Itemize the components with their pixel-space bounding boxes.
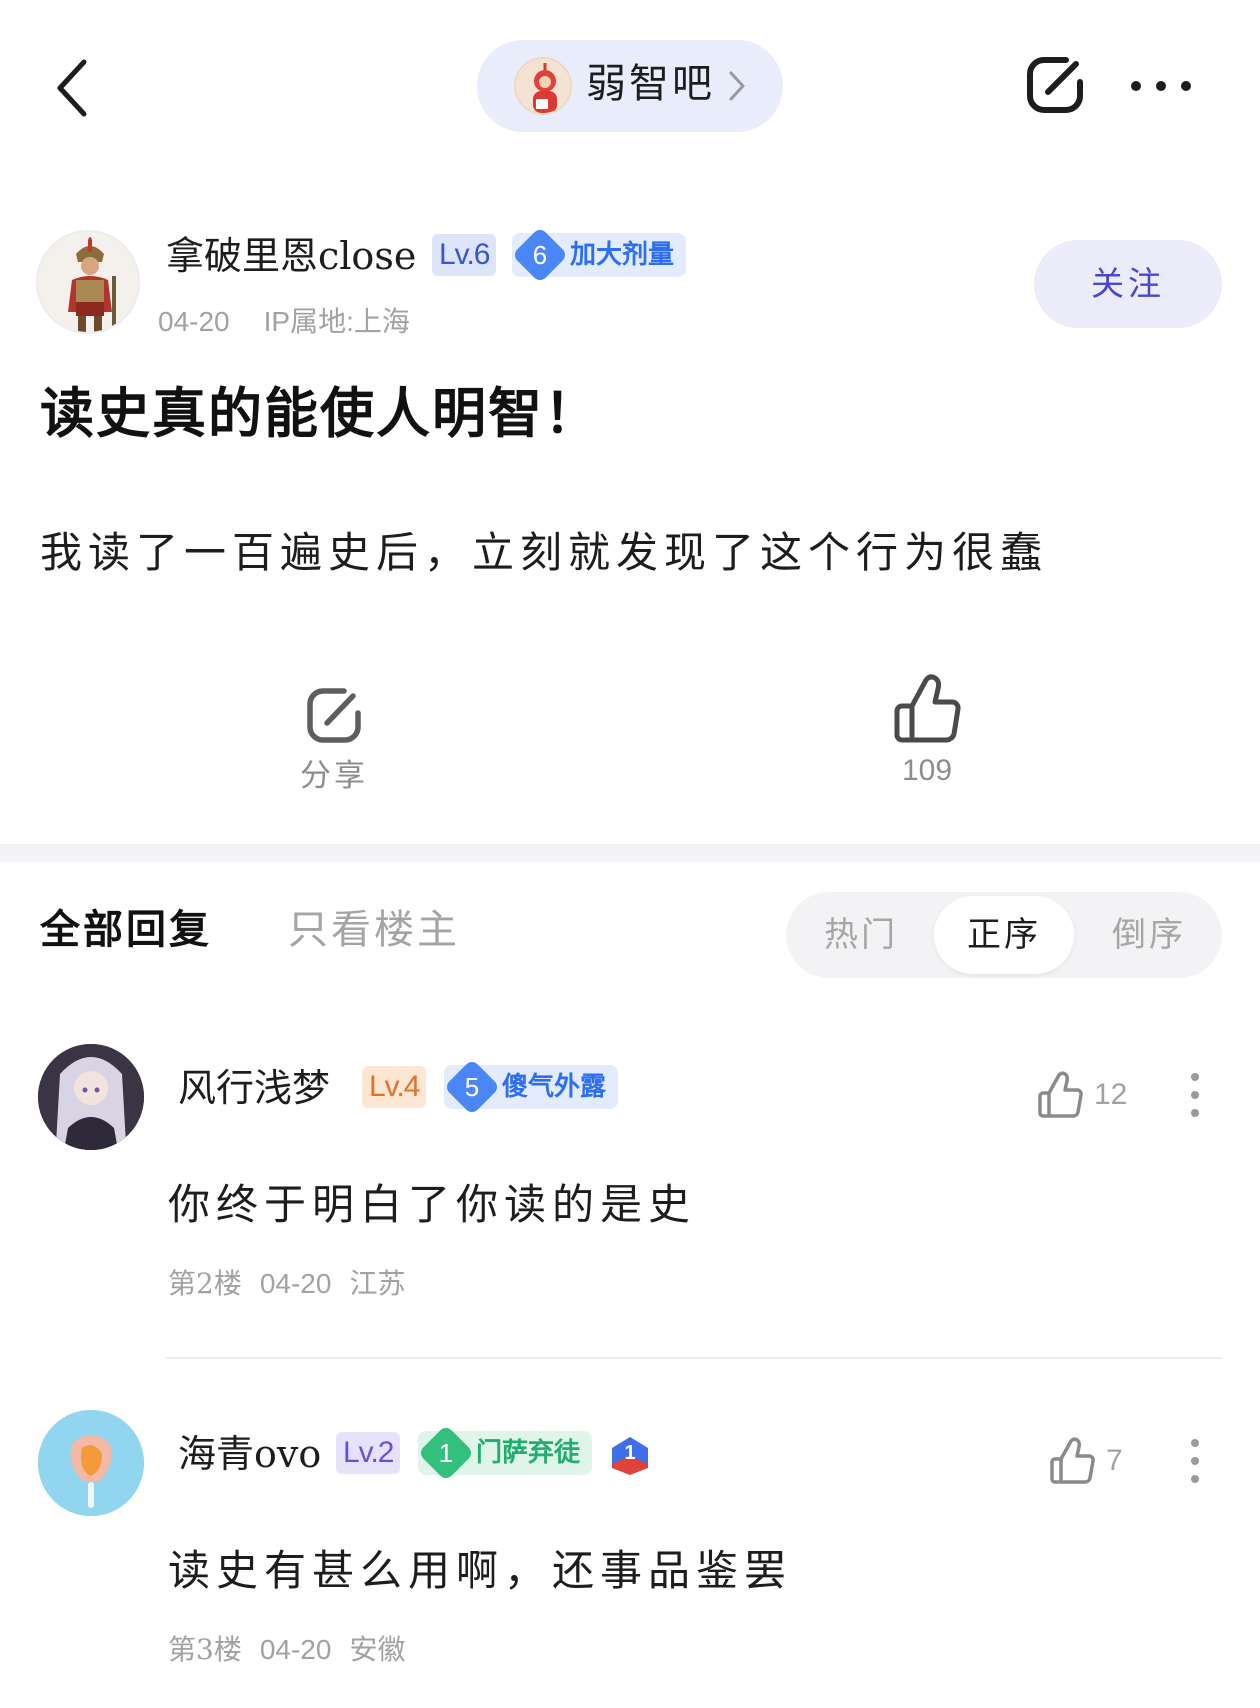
avatar[interactable]	[38, 1044, 144, 1150]
share-label[interactable]: 分享	[300, 750, 368, 795]
title-badge-level: 5	[464, 1072, 480, 1102]
forum-name[interactable]: 弱智吧	[586, 54, 715, 114]
comment-location: 江苏	[349, 1267, 406, 1300]
sort-hot[interactable]: 热门	[796, 892, 926, 978]
title-badge-level: 1	[438, 1438, 454, 1468]
like-count: 109	[901, 754, 953, 787]
commenter-name[interactable]: 海青ovo	[178, 1424, 321, 1484]
thumbs-up-icon[interactable]	[1048, 1436, 1096, 1486]
commenter-title-badge: 5 傻气外露	[443, 1058, 619, 1116]
thumbs-up-icon[interactable]	[1036, 1070, 1084, 1120]
back-icon[interactable]	[52, 56, 92, 120]
title-badge-level: 6	[532, 240, 548, 270]
author-avatar[interactable]	[36, 230, 140, 334]
comment-text: 你终于明白了你读的是史	[168, 1180, 697, 1229]
follow-button[interactable]: 关注	[1034, 240, 1222, 328]
more-vertical-icon[interactable]	[1190, 1438, 1200, 1484]
comment-meta: 第3楼 04-20 安徽	[168, 1628, 423, 1672]
rank-badge: 1	[608, 1434, 652, 1478]
section-divider	[0, 844, 1260, 862]
rank-badge-number: 1	[624, 1442, 636, 1464]
comment-like-count: 7	[1106, 1444, 1123, 1477]
title-badge-text: 加大剂量	[570, 240, 675, 270]
post-body: 我读了一百遍史后，立刻就发现了这个行为很蠢	[40, 528, 1049, 577]
author-title-badge: 6 加大剂量	[511, 226, 687, 284]
comment-divider	[166, 1357, 1222, 1359]
tab-op-only[interactable]: 只看楼主	[288, 900, 460, 960]
more-vertical-icon[interactable]	[1190, 1072, 1200, 1118]
comment-floor: 第3楼	[168, 1633, 242, 1666]
title-badge-text: 门萨弃徒	[476, 1438, 581, 1468]
chevron-right-icon	[729, 71, 745, 101]
title-badge-text: 傻气外露	[502, 1072, 607, 1102]
author-level-badge: Lv.6	[432, 234, 497, 276]
forum-avatar	[514, 57, 572, 115]
author-meta: 04-20 IP属地:上海	[158, 300, 444, 344]
comment-location: 安徽	[349, 1633, 406, 1666]
commenter-level-badge: Lv.2	[336, 1432, 401, 1474]
post-title: 读史真的能使人明智！	[40, 381, 600, 445]
comment-date: 04-20	[259, 1268, 332, 1299]
commenter-name[interactable]: 风行浅梦	[178, 1058, 330, 1118]
share-icon[interactable]	[302, 684, 366, 748]
avatar[interactable]	[38, 1410, 144, 1516]
comment-date: 04-20	[259, 1634, 332, 1665]
comment-meta: 第2楼 04-20 江苏	[168, 1262, 423, 1306]
commenter-title-badge: 1 门萨弃徒	[417, 1424, 593, 1482]
ip-location: IP属地:上海	[263, 306, 410, 337]
comment-text: 读史有甚么用啊，还事品鉴罢	[168, 1546, 793, 1595]
sort-descending[interactable]: 倒序	[1084, 892, 1214, 978]
author-name[interactable]: 拿破里恩close	[166, 226, 416, 286]
sort-ascending[interactable]: 正序	[934, 896, 1074, 974]
post-date: 04-20	[158, 306, 230, 337]
commenter-level-badge: Lv.4	[362, 1066, 427, 1108]
comment-floor: 第2楼	[168, 1267, 242, 1300]
tab-all-replies[interactable]: 全部回复	[40, 900, 212, 960]
share-icon[interactable]	[1022, 52, 1088, 118]
thumbs-up-icon[interactable]	[892, 672, 962, 746]
comment-like-count: 12	[1094, 1078, 1128, 1111]
more-icon[interactable]	[1128, 78, 1194, 94]
